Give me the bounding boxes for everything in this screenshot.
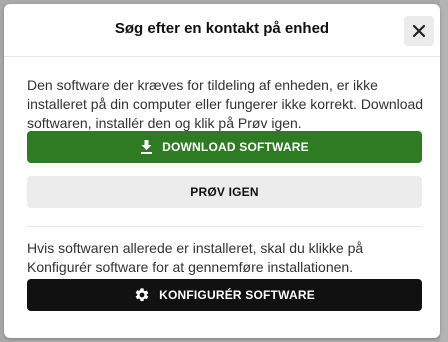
configure-button-label: KONFIGURÉR SOFTWARE [159, 288, 315, 302]
dialog: Søg efter en kontakt på enhed Den softwa… [4, 4, 440, 338]
dialog-title: Søg efter en kontakt på enhed [114, 20, 330, 37]
retry-button[interactable]: PRØV IGEN [27, 176, 422, 208]
retry-button-label: PRØV IGEN [190, 185, 259, 199]
download-software-button[interactable]: DOWNLOAD SOFTWARE [27, 131, 422, 163]
gear-icon [135, 288, 149, 302]
configure-software-button[interactable]: KONFIGURÉR SOFTWARE [27, 279, 422, 311]
download-button-label: DOWNLOAD SOFTWARE [162, 140, 309, 154]
close-icon [412, 24, 426, 38]
close-button[interactable] [404, 16, 434, 46]
backdrop [440, 0, 448, 342]
divider [27, 226, 422, 227]
install-message: Den software der kræves for tildeling af… [27, 77, 424, 131]
dialog-header: Søg efter en kontakt på enhed [4, 4, 440, 57]
configure-message: Hvis softwaren allerede er installeret, … [27, 240, 364, 275]
download-icon [141, 140, 153, 154]
